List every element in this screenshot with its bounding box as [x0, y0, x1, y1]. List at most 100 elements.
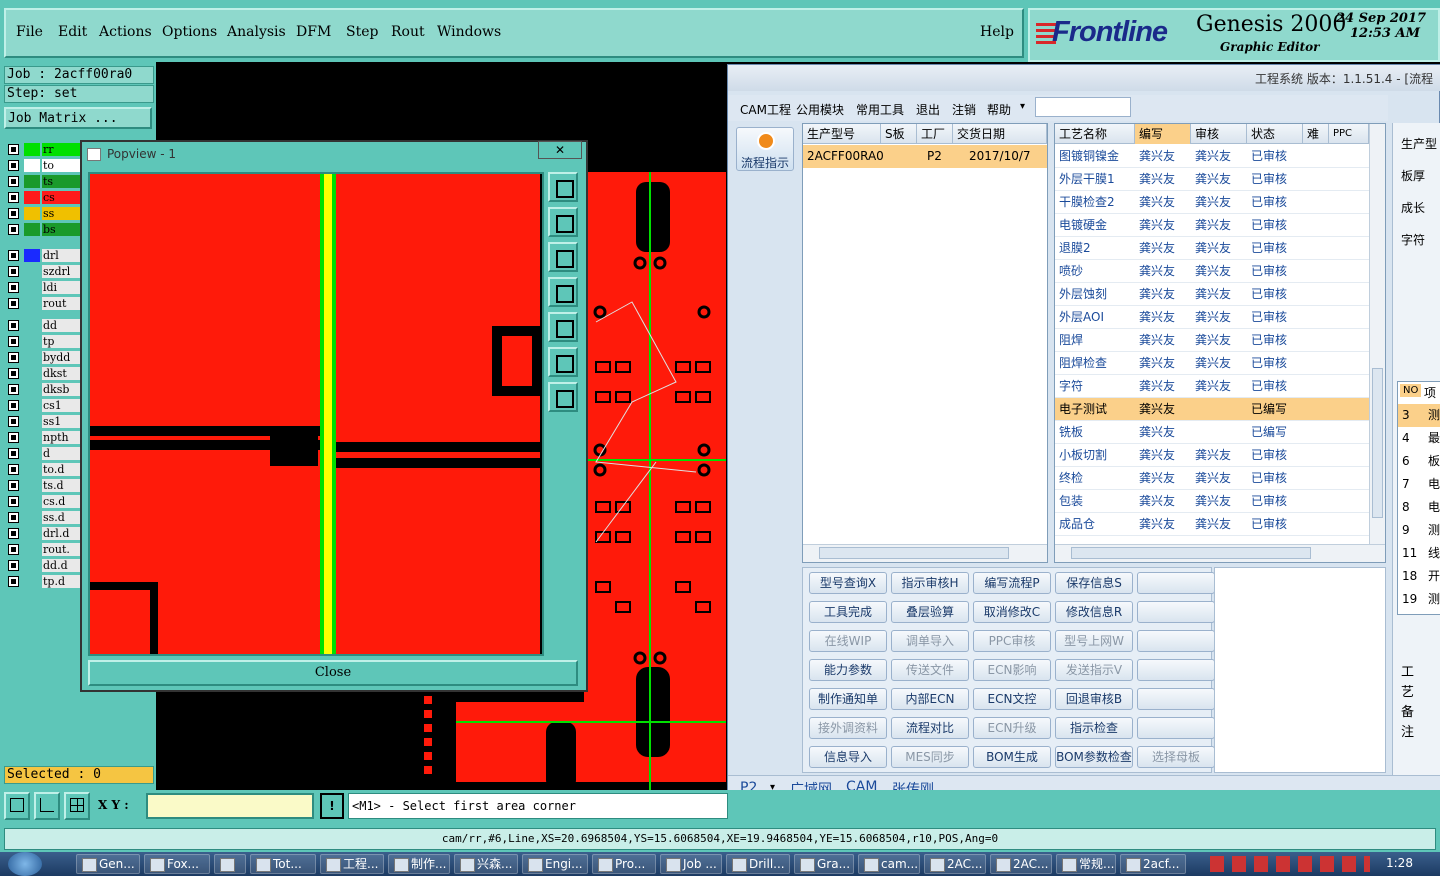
process-row[interactable]: 外层蚀刻 龚兴友 龚兴友 已审核 — [1055, 283, 1369, 306]
layer-row-bydd[interactable]: bydd — [6, 350, 82, 365]
layer-checkbox[interactable] — [8, 250, 19, 261]
detail-row[interactable]: 8电 — [1398, 496, 1440, 519]
layer-name[interactable]: cs1 — [42, 399, 82, 412]
layer-row-drl.d[interactable]: drl.d — [6, 526, 82, 541]
taskbar-item[interactable]: Pro... — [592, 854, 656, 874]
action-button-empty[interactable] — [1137, 630, 1215, 652]
layer-checkbox[interactable] — [8, 320, 19, 331]
layer-name[interactable]: npth — [42, 431, 82, 444]
eng-menu-cam[interactable]: CAM工程 — [740, 101, 791, 118]
action-button[interactable]: 制作通知单 — [809, 688, 887, 710]
layer-color-swatch[interactable] — [24, 223, 40, 236]
detail-row[interactable]: 9测 — [1398, 519, 1440, 542]
taskbar-item[interactable]: 工程... — [320, 854, 384, 874]
eng-menu-logout[interactable]: 注销 — [952, 101, 976, 118]
action-button-empty[interactable] — [1137, 688, 1215, 710]
col-reviewer[interactable]: 审核 — [1191, 124, 1247, 144]
layer-name[interactable]: cs — [42, 191, 82, 204]
taskbar-item[interactable]: Drill... — [726, 854, 790, 874]
layer-color-swatch[interactable] — [24, 175, 40, 188]
layer-name[interactable]: ts.d — [42, 479, 82, 492]
action-button[interactable]: 修改信息R — [1055, 601, 1133, 623]
action-button[interactable]: BOM生成 — [973, 746, 1051, 768]
layer-name[interactable]: to.d — [42, 463, 82, 476]
action-button[interactable]: 型号上网W — [1055, 630, 1133, 652]
layer-checkbox[interactable] — [8, 144, 19, 155]
zoom-out-icon[interactable] — [548, 382, 578, 412]
action-button[interactable]: ECN影响 — [973, 659, 1051, 681]
process-row[interactable]: 阻焊 龚兴友 龚兴友 已审核 — [1055, 329, 1369, 352]
layer-name[interactable]: ss.d — [42, 511, 82, 524]
taskbar-item[interactable] — [214, 854, 246, 874]
action-button[interactable]: 在线WIP — [809, 630, 887, 652]
layer-name[interactable]: ts — [42, 175, 82, 188]
action-button-empty[interactable] — [1137, 572, 1215, 594]
action-button[interactable]: 流程对比 — [891, 717, 969, 739]
taskbar-item[interactable]: 兴森... — [454, 854, 518, 874]
layer-name[interactable]: tp — [42, 335, 82, 348]
detail-row[interactable]: 18 开 — [1398, 565, 1440, 588]
col-process[interactable]: 工艺名称 — [1055, 124, 1135, 144]
layer-name[interactable]: drl — [42, 249, 82, 262]
action-button[interactable]: 取消修改C — [973, 601, 1051, 623]
taskbar-item[interactable]: Gen... — [76, 854, 140, 874]
detail-row[interactable]: 6板 — [1398, 450, 1440, 473]
layer-row-rr[interactable]: rr — [6, 142, 82, 157]
layer-color-swatch[interactable] — [24, 297, 40, 310]
layer-checkbox[interactable] — [8, 160, 19, 171]
menu-file[interactable]: File — [16, 24, 43, 40]
layer-color-swatch[interactable] — [24, 479, 40, 492]
menu-options[interactable]: Options — [162, 24, 217, 40]
process-row[interactable]: 干膜检查2 龚兴友 龚兴友 已审核 — [1055, 191, 1369, 214]
layer-color-swatch[interactable] — [24, 367, 40, 380]
eng-menu-help[interactable]: 帮助 — [987, 101, 1011, 118]
layer-checkbox[interactable] — [8, 336, 19, 347]
action-button[interactable]: 发送指示V — [1055, 659, 1133, 681]
layer-checkbox[interactable] — [8, 464, 19, 475]
layer-row-to.d[interactable]: to.d — [6, 462, 82, 477]
action-button[interactable]: BOM参数检查 — [1055, 746, 1133, 768]
order-row[interactable]: 2ACFF00RA0 P2 2017/10/7 — [803, 145, 1047, 168]
layer-row-ss[interactable]: ss — [6, 206, 82, 221]
layer-name[interactable]: dkst — [42, 367, 82, 380]
action-button[interactable]: MES同步 — [891, 746, 969, 768]
layer-name[interactable]: rout. — [42, 543, 82, 556]
layer-checkbox[interactable] — [8, 448, 19, 459]
action-button[interactable]: 指示审核H — [891, 572, 969, 594]
layer-row-cs[interactable]: cs — [6, 190, 82, 205]
layer-row-to[interactable]: to — [6, 158, 82, 173]
eng-titlebar[interactable]: 工程系统 版本：1.1.51.4 - [流程 — [728, 65, 1440, 91]
action-button[interactable]: 叠层验算 — [891, 601, 969, 623]
layer-checkbox[interactable] — [8, 192, 19, 203]
layer-color-swatch[interactable] — [24, 207, 40, 220]
col-difficulty[interactable]: 难 — [1303, 124, 1329, 144]
process-row[interactable]: 成品仓 龚兴友 龚兴友 已审核 — [1055, 513, 1369, 536]
layer-color-swatch[interactable] — [24, 527, 40, 540]
layer-row-szdrl[interactable]: szdrl — [6, 264, 82, 279]
layer-row-dksb[interactable]: dksb — [6, 382, 82, 397]
menu-edit[interactable]: Edit — [58, 24, 87, 40]
process-row[interactable]: 字符 龚兴友 龚兴友 已审核 — [1055, 375, 1369, 398]
detail-row[interactable]: 11 线 — [1398, 542, 1440, 565]
layer-color-swatch[interactable] — [24, 495, 40, 508]
order-hscroll[interactable] — [803, 544, 1047, 562]
layer-checkbox[interactable] — [8, 512, 19, 523]
layer-row-npth[interactable]: npth — [6, 430, 82, 445]
layer-color-swatch[interactable] — [24, 463, 40, 476]
zoom-in-icon[interactable] — [548, 347, 578, 377]
job-matrix-button[interactable]: Job Matrix ... — [4, 107, 152, 129]
col-factory[interactable]: 工厂 — [917, 124, 953, 144]
layer-name[interactable]: dksb — [42, 383, 82, 396]
layer-color-swatch[interactable] — [24, 399, 40, 412]
process-hscroll[interactable] — [1055, 544, 1385, 562]
action-button[interactable]: 回退审核B — [1055, 688, 1133, 710]
layer-row-tp.d[interactable]: tp.d — [6, 574, 82, 589]
layer-name[interactable]: ss1 — [42, 415, 82, 428]
process-vscroll[interactable] — [1369, 124, 1385, 544]
popview-close-button[interactable]: Close — [88, 660, 578, 686]
action-button[interactable]: 工具完成 — [809, 601, 887, 623]
layer-name[interactable]: cs.d — [42, 495, 82, 508]
process-row[interactable]: 小板切割 龚兴友 龚兴友 已审核 — [1055, 444, 1369, 467]
layer-color-swatch[interactable] — [24, 281, 40, 294]
layer-row-drl[interactable]: drl — [6, 248, 82, 263]
